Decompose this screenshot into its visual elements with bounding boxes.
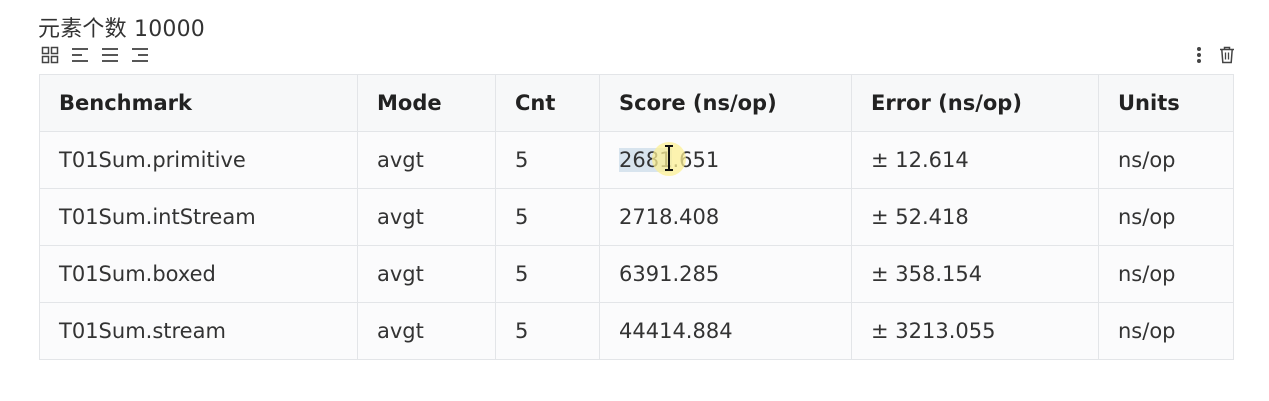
score-text: 2681.651	[619, 142, 720, 176]
cell-benchmark[interactable]: T01Sum.boxed	[39, 245, 358, 303]
table-actions	[1189, 45, 1237, 65]
header-benchmark[interactable]: Benchmark	[39, 74, 358, 132]
header-error[interactable]: Error (ns/op)	[851, 74, 1099, 132]
cell-score[interactable]: 2681.651	[599, 131, 852, 189]
header-units[interactable]: Units	[1098, 74, 1234, 132]
cell-cnt[interactable]: 5	[495, 188, 600, 246]
unselected-text: .651	[672, 148, 720, 172]
header-mode[interactable]: Mode	[357, 74, 496, 132]
trash-icon[interactable]	[1217, 45, 1237, 65]
cell-units[interactable]: ns/op	[1098, 131, 1234, 189]
benchmark-table: Benchmark Mode Cnt Score (ns/op) Error (…	[39, 74, 1234, 360]
table-row: T01Sum.boxed avgt 5 6391.285 ± 358.154 n…	[39, 245, 1234, 303]
cell-mode[interactable]: avgt	[357, 131, 496, 189]
page-title: 元素个数 10000	[38, 17, 205, 42]
cell-benchmark[interactable]: T01Sum.primitive	[39, 131, 358, 189]
cell-mode[interactable]: avgt	[357, 302, 496, 360]
cell-error[interactable]: ± 3213.055	[851, 302, 1099, 360]
cell-benchmark[interactable]: T01Sum.intStream	[39, 188, 358, 246]
cell-units[interactable]: ns/op	[1098, 302, 1234, 360]
cell-score[interactable]: 44414.884	[599, 302, 852, 360]
cell-error[interactable]: ± 12.614	[851, 131, 1099, 189]
cell-cnt[interactable]: 5	[495, 131, 600, 189]
table-header-row: Benchmark Mode Cnt Score (ns/op) Error (…	[39, 74, 1234, 132]
grid-icon[interactable]	[40, 45, 60, 65]
more-vertical-icon[interactable]	[1189, 45, 1209, 65]
cell-mode[interactable]: avgt	[357, 188, 496, 246]
header-cnt[interactable]: Cnt	[495, 74, 600, 132]
align-left-icon[interactable]	[70, 45, 90, 65]
table-row: T01Sum.primitive avgt 5 2681.651 ± 12.61	[39, 131, 1234, 189]
table-toolbar	[40, 45, 150, 65]
align-right-icon[interactable]	[130, 45, 150, 65]
align-center-icon[interactable]	[100, 45, 120, 65]
selected-text: 2681	[619, 148, 673, 172]
page: 元素个数 10000 Benchmark Mode Cnt Score (ns/…	[0, 0, 1269, 401]
table-row: T01Sum.stream avgt 5 44414.884 ± 3213.05…	[39, 302, 1234, 360]
cell-error[interactable]: ± 358.154	[851, 245, 1099, 303]
cell-units[interactable]: ns/op	[1098, 245, 1234, 303]
cell-cnt[interactable]: 5	[495, 302, 600, 360]
cell-units[interactable]: ns/op	[1098, 188, 1234, 246]
cell-mode[interactable]: avgt	[357, 245, 496, 303]
cell-cnt[interactable]: 5	[495, 245, 600, 303]
cell-score[interactable]: 2718.408	[599, 188, 852, 246]
cell-score[interactable]: 6391.285	[599, 245, 852, 303]
table-row: T01Sum.intStream avgt 5 2718.408 ± 52.41…	[39, 188, 1234, 246]
cell-error[interactable]: ± 52.418	[851, 188, 1099, 246]
cell-benchmark[interactable]: T01Sum.stream	[39, 302, 358, 360]
header-score[interactable]: Score (ns/op)	[599, 74, 852, 132]
